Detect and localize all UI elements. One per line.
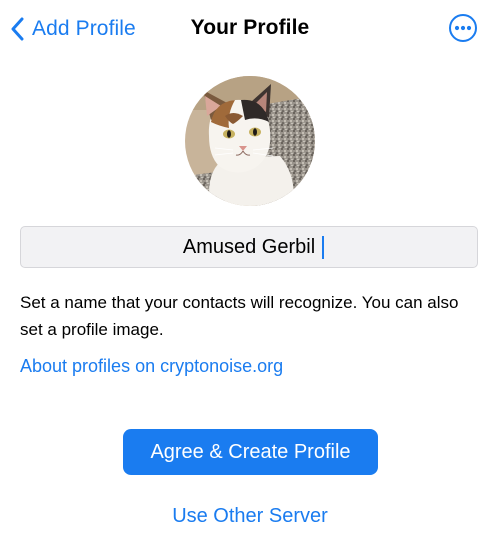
help-text: Set a name that your contacts will recog… [20,293,459,339]
more-options-button[interactable] [448,13,478,43]
ellipsis-circle-icon [449,14,477,42]
about-profiles-link[interactable]: About profiles on cryptonoise.org [20,356,283,377]
page-title: Your Profile [190,16,310,39]
profile-avatar[interactable] [185,76,315,206]
cat-photo [185,76,315,206]
text-cursor [322,236,324,259]
navigation-bar: Add Profile Your Profile [0,0,500,58]
profile-name-input[interactable] [20,226,478,268]
create-profile-button[interactable]: Agree & Create Profile [123,429,378,475]
use-other-server-button[interactable]: Use Other Server [0,505,500,528]
